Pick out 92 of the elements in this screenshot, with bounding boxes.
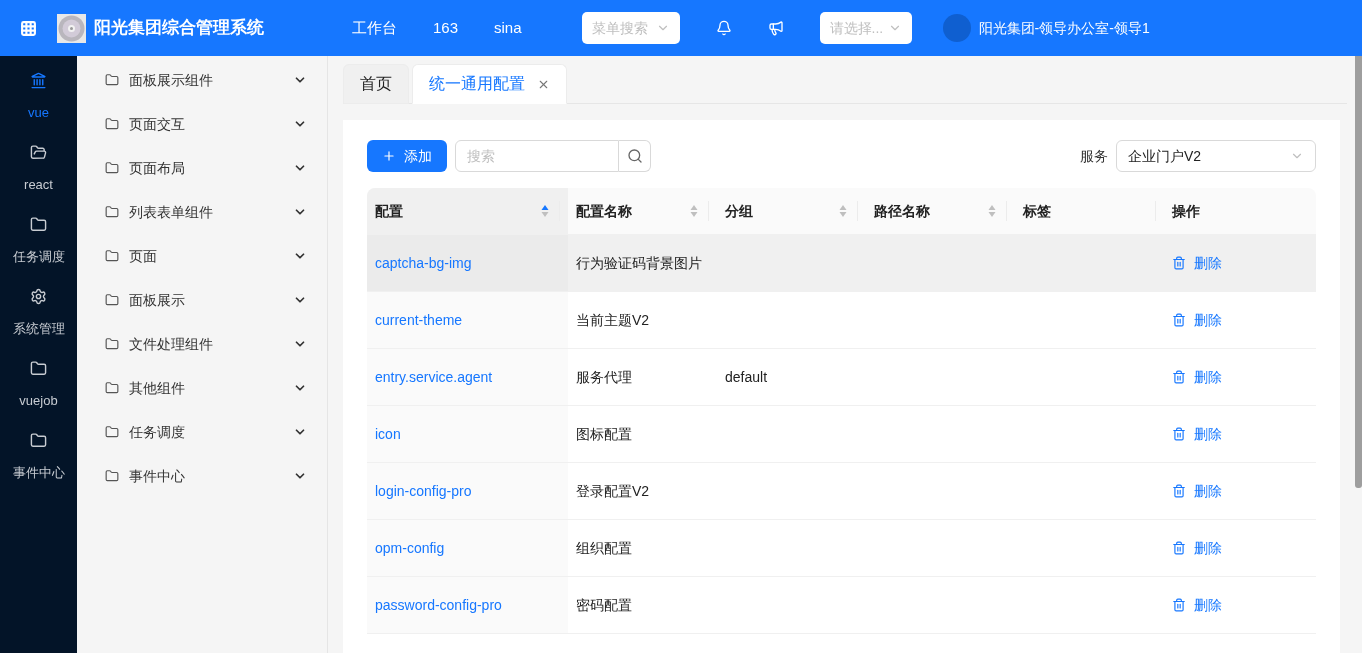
search-button[interactable] bbox=[619, 140, 651, 172]
submenu-item[interactable]: 列表表单组件 bbox=[77, 190, 327, 234]
table-row[interactable]: password-config-pro 密码配置 删除 bbox=[367, 577, 1316, 634]
nav-link[interactable]: 163 bbox=[433, 16, 459, 40]
nav-link[interactable]: 工作台 bbox=[352, 16, 397, 40]
add-button[interactable]: 添加 bbox=[367, 140, 447, 172]
column-header: 操作 bbox=[1171, 201, 1201, 221]
table-row[interactable]: opm-config 组织配置 删除 bbox=[367, 520, 1316, 577]
delete-link[interactable]: 删除 bbox=[1172, 537, 1222, 559]
config-key-link[interactable]: login-config-pro bbox=[375, 480, 472, 502]
bell-icon[interactable] bbox=[715, 20, 732, 36]
rail-item[interactable]: 任务调度 bbox=[0, 216, 77, 288]
config-key-link[interactable]: opm-config bbox=[375, 537, 445, 559]
rail-item[interactable]: vue bbox=[0, 72, 77, 144]
plus-icon bbox=[382, 149, 396, 163]
trash-icon bbox=[1172, 541, 1186, 555]
folder-icon bbox=[105, 469, 119, 483]
table-cell-text: default bbox=[725, 367, 768, 387]
trash-icon bbox=[1172, 484, 1186, 498]
folder-icon bbox=[30, 432, 47, 449]
folder-open-icon bbox=[30, 144, 47, 161]
service-label: 服务 bbox=[1080, 146, 1108, 166]
service-select[interactable]: 企业门户V2 bbox=[1116, 140, 1316, 172]
rail-item[interactable]: 系统管理 bbox=[0, 288, 77, 360]
delete-link[interactable]: 删除 bbox=[1172, 594, 1222, 616]
rail-item[interactable]: 事件中心 bbox=[0, 432, 77, 504]
folder-icon bbox=[105, 73, 119, 87]
rail-item[interactable]: vuejob bbox=[0, 360, 77, 432]
table-cell-text: 组织配置 bbox=[576, 538, 632, 558]
folder-icon bbox=[105, 117, 119, 131]
submenu-item[interactable]: 面板展示组件 bbox=[77, 58, 327, 102]
folder-icon bbox=[30, 360, 47, 377]
table-cell-text: 登录配置V2 bbox=[576, 481, 650, 501]
search-icon bbox=[626, 148, 643, 164]
folder-icon bbox=[105, 205, 119, 219]
column-header[interactable]: 分组 bbox=[717, 188, 866, 234]
folder-icon bbox=[105, 381, 119, 395]
trash-icon bbox=[1172, 427, 1186, 441]
table-row[interactable]: entry.service.agent 服务代理 default 删除 bbox=[367, 349, 1316, 406]
delete-link[interactable]: 删除 bbox=[1172, 480, 1222, 502]
trash-icon bbox=[1172, 313, 1186, 327]
submenu-item[interactable]: 页面交互 bbox=[77, 102, 327, 146]
rail-item[interactable]: react bbox=[0, 144, 77, 216]
trash-icon bbox=[1172, 370, 1186, 384]
submenu-item[interactable]: 事件中心 bbox=[77, 454, 327, 498]
search-field[interactable]: 搜索 bbox=[455, 140, 619, 172]
folder-icon bbox=[105, 161, 119, 175]
disc-logo-icon bbox=[57, 13, 86, 43]
submenu-item[interactable]: 任务调度 bbox=[77, 410, 327, 454]
column-header: 标签 bbox=[1015, 188, 1164, 234]
page-tab[interactable]: 统一通用配置 bbox=[412, 64, 567, 104]
delete-link[interactable]: 删除 bbox=[1172, 423, 1222, 445]
config-key-link[interactable]: icon bbox=[375, 423, 401, 445]
submenu-item[interactable]: 文件处理组件 bbox=[77, 322, 327, 366]
table-cell-text: 服务代理 bbox=[576, 367, 632, 387]
user-name[interactable]: 阳光集团-领导办公室-领导1 bbox=[978, 17, 1150, 39]
folder-icon bbox=[105, 425, 119, 439]
folder-icon bbox=[30, 216, 47, 233]
submenu-item[interactable]: 面板展示 bbox=[77, 278, 327, 322]
column-header[interactable]: 配置名称 bbox=[568, 188, 717, 234]
megaphone-icon[interactable] bbox=[767, 20, 784, 36]
table-row[interactable]: icon 图标配置 删除 bbox=[367, 406, 1316, 463]
trash-icon bbox=[1172, 598, 1186, 612]
folder-icon bbox=[105, 293, 119, 307]
scrollbar-thumb[interactable] bbox=[1355, 56, 1362, 488]
submenu-item[interactable]: 其他组件 bbox=[77, 366, 327, 410]
apps-menu-icon[interactable] bbox=[20, 19, 37, 37]
submenu-item[interactable]: 页面 bbox=[77, 234, 327, 278]
folder-icon bbox=[105, 337, 119, 351]
table-cell-text: 图标配置 bbox=[576, 424, 632, 444]
config-key-link[interactable]: current-theme bbox=[375, 309, 463, 331]
delete-link[interactable]: 删除 bbox=[1172, 309, 1222, 331]
settings-icon bbox=[30, 288, 47, 305]
sort-icon[interactable] bbox=[541, 204, 549, 218]
submenu-item[interactable]: 页面布局 bbox=[77, 146, 327, 190]
config-key-link[interactable]: captcha-bg-img bbox=[375, 252, 472, 274]
column-header[interactable]: 路径名称 bbox=[866, 188, 1015, 234]
app-title: 阳光集团综合管理系统 bbox=[94, 17, 264, 40]
table-row[interactable]: captcha-bg-img 行为验证码背景图片 删除 bbox=[367, 235, 1316, 292]
page-tab[interactable]: 首页 bbox=[343, 64, 409, 104]
column-header[interactable]: 配置 bbox=[367, 188, 568, 234]
table-cell-text: 当前主题V2 bbox=[576, 310, 650, 330]
bank-icon bbox=[30, 72, 47, 89]
nav-link[interactable]: sina bbox=[494, 16, 522, 40]
table-cell-text: 行为验证码背景图片 bbox=[576, 253, 702, 273]
delete-link[interactable]: 删除 bbox=[1172, 366, 1222, 388]
delete-link[interactable]: 删除 bbox=[1172, 252, 1222, 274]
folder-icon bbox=[105, 249, 119, 263]
table-row[interactable]: login-config-pro 登录配置V2 删除 bbox=[367, 463, 1316, 520]
table-row[interactable]: current-theme 当前主题V2 删除 bbox=[367, 292, 1316, 349]
trash-icon bbox=[1172, 256, 1186, 270]
table-cell-text: 密码配置 bbox=[576, 595, 632, 615]
